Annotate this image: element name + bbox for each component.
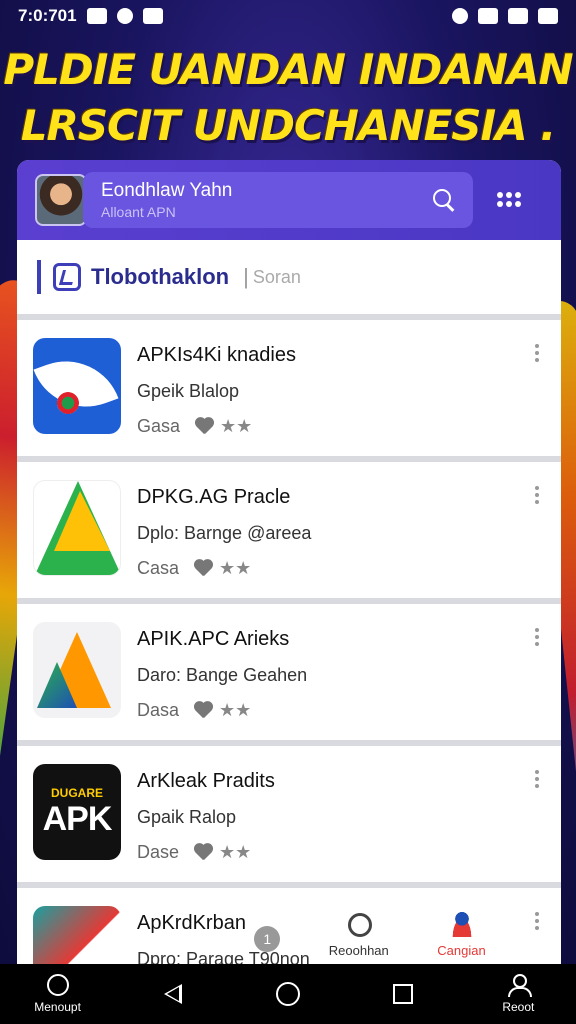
nav-profile-button[interactable]: Reoot [483,974,553,1014]
headline-line-1: PLDIE UANDAN INDANAN [3,45,573,94]
tab-profile[interactable]: Cangian [437,911,486,958]
nav-profile-label: Reoot [502,1000,535,1014]
battery-icon [538,8,558,24]
clock-icon [46,974,69,996]
person-outline-icon [508,974,533,997]
app-category: Dasa [137,700,180,720]
search-icon[interactable] [431,187,457,213]
tab-badge[interactable]: 1 [254,926,281,958]
more-options-icon[interactable] [535,486,539,504]
nav-back-button[interactable] [138,979,208,1009]
arrow-logo-icon [33,622,121,718]
app-developer: Daro: Bange Geahen [137,665,308,685]
nav-home-button[interactable] [253,979,323,1009]
wifi-icon [478,8,498,24]
apps-grid-icon[interactable] [497,192,521,208]
drive-triangle-icon [33,480,121,576]
notification-icon [116,8,133,24]
app-name: APKIs4Ki knadies [137,344,296,366]
brand-accent-bar [37,260,41,294]
app-name: APIK.APC Arieks [137,628,290,650]
mail-icon [86,8,107,24]
app-developer: Gpaik Ralop [137,807,237,827]
apk-icon-top-text: DUGARE [50,785,103,800]
chat-icon [142,8,163,24]
app-category: Gasa [137,416,181,436]
back-icon [163,984,182,1004]
status-bar: 7:0:701 [0,0,576,32]
search-title: Eondhlaw Yahn [101,180,233,201]
rating-stars-icon: ★★ [219,842,252,862]
avatar[interactable] [35,174,87,226]
heart-icon[interactable] [193,702,213,720]
more-options-icon[interactable] [535,344,539,362]
heart-icon[interactable] [194,418,214,436]
apk-icon-main-text: APK [42,799,113,838]
heart-icon[interactable] [193,844,213,862]
search-subtitle: Alloant APN [101,204,176,220]
app-card[interactable]: DPKG.AG Pracle Dplo: Barnge @areea Casa … [17,462,561,598]
rating-stars-icon: ★★ [219,558,252,578]
app-developer: Dplo: Barnge @areea [137,523,312,543]
heart-icon[interactable] [193,560,213,578]
brand-search-link[interactable]: Soran [253,267,301,288]
settings-gear-icon [452,8,468,24]
person-icon [448,911,475,937]
app-store-panel: Eondhlaw Yahn Alloant APN Tlobothaklon |… [17,160,561,970]
app-name: ArKleak Pradits [137,770,275,792]
app-category: Dase [137,842,180,862]
search-box[interactable]: Eondhlaw Yahn Alloant APN [83,172,473,228]
signal-icon [508,8,528,24]
app-developer: Gpeik Blalop [137,381,240,401]
top-bar: Eondhlaw Yahn Alloant APN [17,160,561,240]
promo-headline: PLDIE UANDAN INDANAN LRSCIT UNDCHANESIA … [0,42,576,154]
rating-stars-icon: ★★ [220,416,253,436]
tab-search-label: Reoohhan [328,943,389,958]
app-card[interactable]: DUGARE APK ArKleak Pradits Gpaik Ralop D… [17,746,561,882]
app-card[interactable]: APKIs4Ki knadies Gpeik Blalop Gasa ★★ [17,320,561,456]
system-nav-bar: Menoupt Reoot [0,964,576,1024]
more-options-icon[interactable] [535,770,539,788]
mixed-logo-icon [33,906,121,970]
brand-separator: | [243,264,249,289]
rating-stars-icon: ★★ [219,700,252,720]
apk-box-icon: DUGARE APK [33,764,121,860]
nav-menu-label: Menoupt [34,1000,81,1014]
app-card[interactable]: APIK.APC Arieks Daro: Bange Geahen Dasa … [17,604,561,740]
more-options-icon[interactable] [535,912,539,930]
more-options-icon[interactable] [535,628,539,646]
app-name: DPKG.AG Pracle [137,486,291,508]
nav-recents-button[interactable] [368,979,438,1009]
recents-icon [393,984,414,1004]
tab-profile-label: Cangian [437,943,486,958]
home-icon [275,982,300,1006]
search-icon [346,911,372,937]
eye-swirl-icon [33,338,121,434]
bottom-tab-bar: 1 Reoohhan Cangian [230,896,510,966]
app-category: Casa [137,558,180,578]
status-time: 7:0:701 [18,6,77,25]
brand-name: Tlobothaklon [91,264,230,289]
brand-logo-icon [53,263,81,291]
app-list: APKIs4Ki knadies Gpeik Blalop Gasa ★★ DP… [17,320,561,970]
brand-row: Tlobothaklon | Soran [17,240,561,320]
headline-line-2: LRSCIT UNDCHANESIA . [20,101,556,150]
tab-search[interactable]: Reoohhan [329,911,389,958]
nav-menu-button[interactable]: Menoupt [23,974,93,1014]
badge-icon: 1 [254,926,281,952]
